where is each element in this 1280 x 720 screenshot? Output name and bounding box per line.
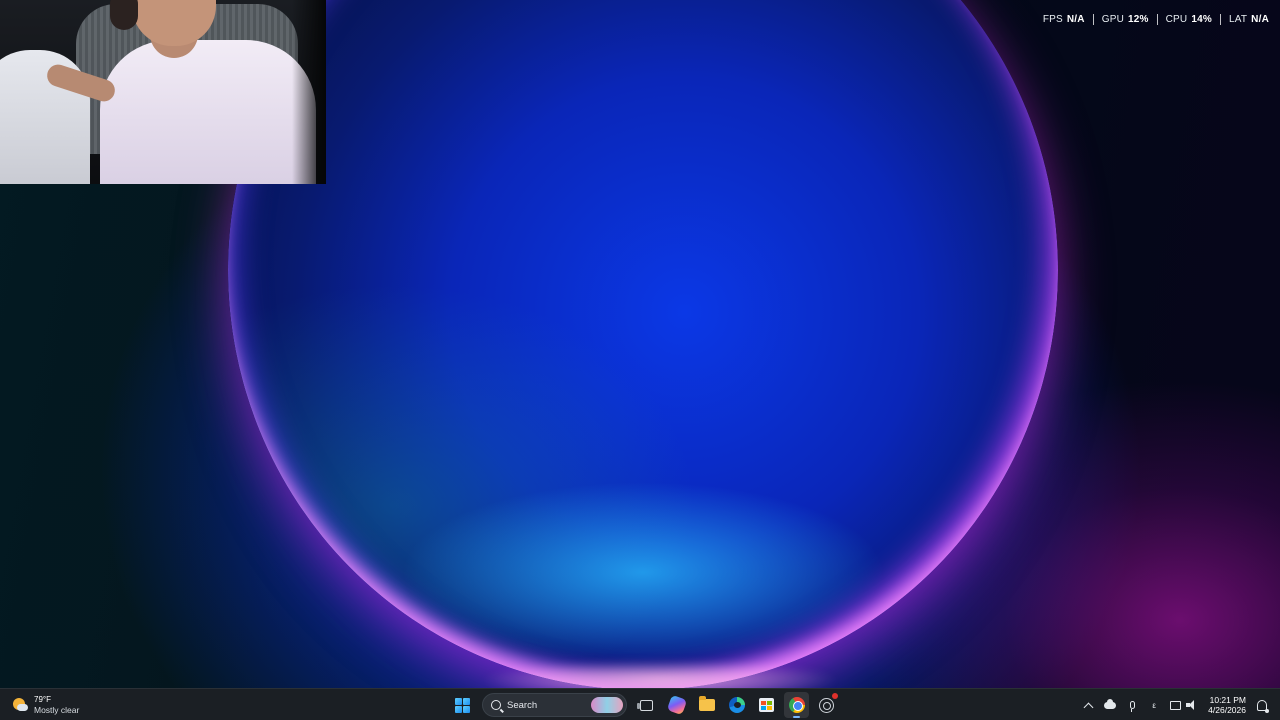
chevron-up-icon — [1083, 702, 1094, 712]
perf-value: 12% — [1128, 13, 1149, 25]
clock-button[interactable]: 10:21 PM 4/26/2026 — [1204, 695, 1250, 715]
taskbar-search-box[interactable]: Search — [482, 693, 627, 717]
weather-cloud-shape — [17, 704, 28, 711]
search-highlight-image[interactable] — [591, 697, 623, 713]
perf-label: FPS — [1042, 13, 1063, 25]
obs-button[interactable] — [814, 692, 839, 718]
webcam-person-shirt — [100, 40, 316, 184]
weather-temperature: 79°F — [34, 695, 51, 704]
system-tray: ε 10:21 PM 4/26/2026 — [1078, 692, 1272, 718]
taskbar-center-apps: Search — [450, 692, 839, 718]
input-language-button[interactable]: ε — [1144, 692, 1164, 718]
perf-value: N/A — [1066, 13, 1085, 25]
edge-button[interactable] — [724, 692, 749, 718]
notifications-button[interactable] — [1252, 692, 1272, 718]
weather-text: 79°F Mostly clear — [34, 695, 79, 715]
microphone-icon — [1129, 701, 1135, 712]
wallpaper-bloom — [228, 0, 1058, 688]
quick-settings-button[interactable] — [1166, 692, 1202, 718]
obs-icon — [819, 697, 834, 713]
task-view-icon — [637, 699, 653, 711]
clock-date: 4/26/2026 — [1208, 705, 1246, 715]
perf-value: N/A — [1251, 13, 1269, 25]
copilot-icon — [666, 694, 687, 716]
webcam-headphones — [110, 0, 138, 30]
folder-icon — [698, 696, 715, 711]
perf-label: CPU — [1165, 13, 1188, 25]
network-icon — [1170, 700, 1182, 710]
chrome-icon — [788, 697, 805, 713]
chrome-button[interactable] — [784, 692, 809, 718]
store-button[interactable] — [754, 692, 779, 718]
onedrive-button[interactable] — [1100, 692, 1120, 718]
perf-stat-fps: FPS N/A — [1035, 14, 1093, 25]
task-view-button[interactable] — [634, 692, 659, 718]
perf-stat-latency: LAT N/A — [1219, 13, 1269, 25]
start-button[interactable] — [450, 692, 475, 718]
perf-stat-gpu: GPU 12% — [1092, 13, 1157, 25]
weather-condition: Mostly clear — [34, 705, 80, 715]
cloud-icon — [1104, 698, 1117, 709]
store-icon — [759, 698, 774, 712]
taskbar: 79°F Mostly clear Search ε 10:21 PM 4/26… — [0, 688, 1280, 720]
webcam-shadow — [292, 0, 326, 184]
perf-label: GPU — [1101, 13, 1124, 25]
show-hidden-icons-button[interactable] — [1078, 692, 1098, 718]
volume-icon — [1186, 700, 1198, 710]
copilot-button[interactable] — [664, 692, 689, 718]
file-explorer-button[interactable] — [694, 692, 719, 718]
perf-stat-cpu: CPU 14% — [1156, 13, 1220, 25]
recording-indicator-icon — [832, 693, 838, 699]
webcam-overlay — [0, 0, 326, 184]
weather-widget[interactable]: 79°F Mostly clear — [8, 692, 98, 718]
microphone-button[interactable] — [1122, 692, 1142, 718]
performance-overlay: FPS N/A GPU 12% CPU 14% LAT N/A — [1035, 12, 1269, 26]
partly-cloudy-night-icon — [12, 697, 28, 713]
clock-time: 10:21 PM — [1209, 695, 1246, 705]
edge-icon — [728, 697, 745, 713]
input-language-label: ε — [1152, 700, 1156, 710]
windows-start-icon — [455, 697, 470, 713]
perf-value: 14% — [1191, 13, 1212, 25]
notification-bell-icon — [1257, 699, 1269, 713]
search-icon — [491, 700, 501, 710]
search-label: Search — [507, 699, 538, 711]
perf-label: LAT — [1228, 13, 1248, 25]
